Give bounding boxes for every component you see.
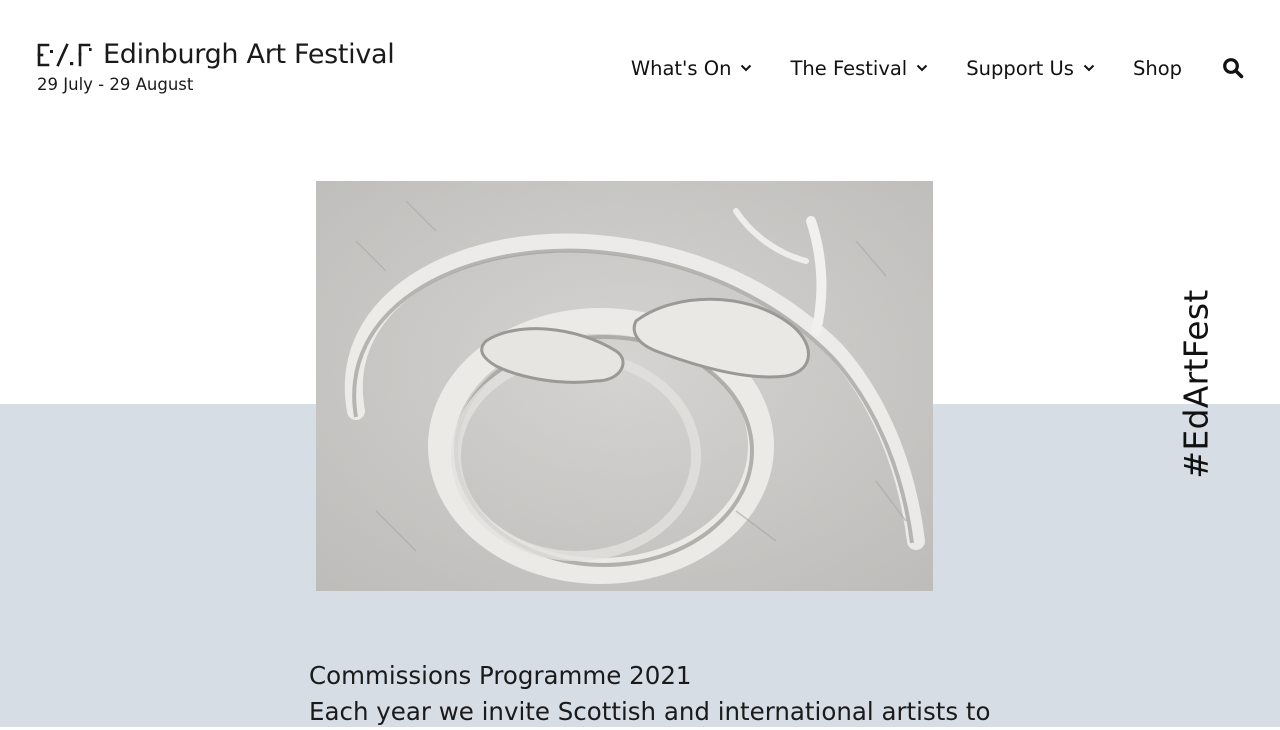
hashtag-label: #EdArtFest: [1176, 289, 1216, 479]
chevron-down-icon: [741, 64, 752, 72]
nav-item-label: What's On: [630, 56, 732, 80]
nav-item-label: Support Us: [966, 56, 1074, 80]
site-logo[interactable]: Edinburgh Art Festival: [37, 40, 395, 70]
main-content: Commissions Programme 2021 Each year we …: [309, 658, 991, 730]
chevron-down-icon: [1083, 64, 1095, 72]
search-icon[interactable]: [1222, 57, 1244, 79]
nav-item-whats-on[interactable]: What's On: [631, 57, 753, 80]
nav-item-support-us[interactable]: Support Us: [966, 57, 1095, 80]
intro-text: Each year we invite Scottish and interna…: [309, 697, 991, 726]
hero-image: [316, 181, 933, 591]
nav-item-label: Shop: [1132, 56, 1182, 80]
logo-text: Edinburgh Art Festival: [103, 39, 395, 70]
sculpture-relief-image: [316, 181, 933, 591]
nav-item-the-festival[interactable]: The Festival: [790, 57, 928, 80]
eaf-logo-icon: [37, 43, 92, 67]
section-heading: Commissions Programme 2021: [309, 661, 692, 690]
main-nav: What's On The Festival Support Us Shop: [631, 55, 1244, 81]
chevron-down-icon: [917, 64, 928, 72]
festival-dates: 29 July - 29 August: [37, 75, 194, 94]
nav-item-label: The Festival: [790, 56, 908, 80]
nav-item-shop[interactable]: Shop: [1133, 57, 1182, 80]
